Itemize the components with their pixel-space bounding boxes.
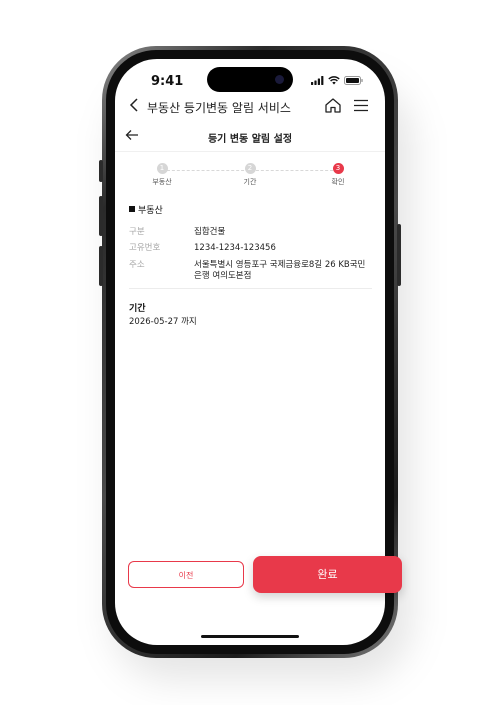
power-button	[397, 224, 401, 286]
signal-icon	[311, 76, 324, 85]
info-label: 주소	[129, 260, 145, 270]
prev-button[interactable]: 이전	[128, 561, 244, 588]
step-3-label: 확인	[331, 178, 345, 186]
step-indicator: 1 부동산 2 기간 3 확인	[115, 163, 385, 193]
done-button[interactable]: 완료	[253, 556, 402, 593]
camera-icon	[275, 75, 284, 84]
status-time: 9:41	[151, 74, 184, 89]
home-icon[interactable]	[324, 97, 342, 114]
info-value: 1234-1234-123456	[194, 243, 276, 253]
header-title: 부동산 등기변동 알림 서비스	[147, 101, 291, 115]
step-2: 2 기간	[220, 163, 280, 187]
period-value: 2026-05-27 까지	[129, 317, 197, 327]
action-button	[99, 160, 103, 182]
step-2-dot: 2	[244, 163, 256, 174]
property-section-title: 부동산	[129, 203, 163, 216]
info-label: 구분	[129, 227, 145, 237]
chevron-left-icon[interactable]	[129, 97, 139, 113]
sub-header: 등기 변동 알림 설정	[115, 125, 385, 152]
step-1-label: 부동산	[152, 178, 172, 186]
sub-header-title: 등기 변동 알림 설정	[207, 134, 293, 145]
dynamic-island	[207, 67, 293, 92]
hamburger-menu-icon[interactable]	[353, 99, 369, 112]
info-value: 집합건물	[194, 227, 226, 237]
step-1-dot: 1	[156, 163, 168, 174]
period-label: 기간	[129, 304, 146, 314]
step-3: 3 확인	[308, 163, 368, 187]
info-label: 고유번호	[129, 243, 161, 253]
battery-icon	[344, 76, 363, 85]
step-3-dot: 3	[332, 163, 344, 174]
home-indicator	[201, 635, 299, 638]
section-divider	[129, 288, 372, 289]
wifi-icon	[328, 76, 340, 85]
square-bullet-icon	[129, 206, 135, 212]
step-2-label: 기간	[243, 178, 257, 186]
step-1: 1 부동산	[132, 163, 192, 187]
property-section-label: 부동산	[138, 206, 163, 216]
info-value: 서울특별시 영등포구 국제금융로8길 26 KB국민은행 여의도본점	[194, 260, 366, 281]
volume-up-button	[99, 196, 103, 236]
volume-down-button	[99, 246, 103, 286]
app-header: 부동산 등기변동 알림 서비스	[115, 95, 385, 121]
status-icons	[311, 76, 363, 85]
